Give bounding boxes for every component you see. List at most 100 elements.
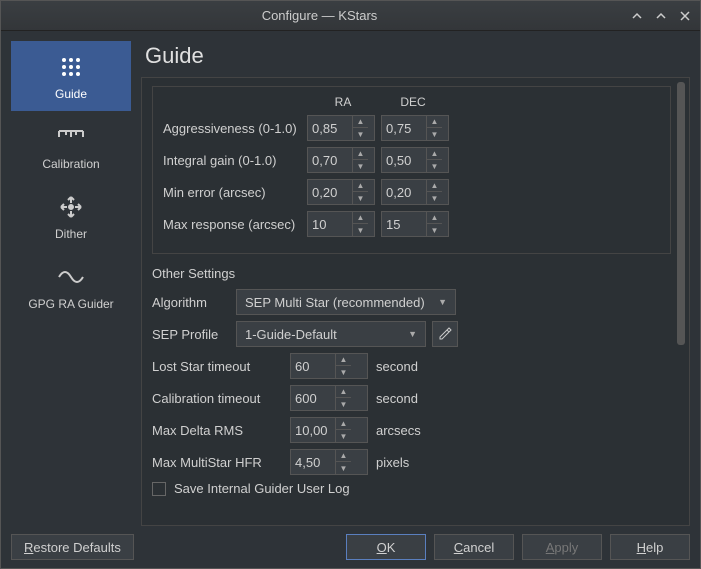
label-maxresp: Max response (arcsec) <box>163 217 301 232</box>
label-aggressiveness: Aggressiveness (0-1.0) <box>163 121 301 136</box>
aggr-dec-spin[interactable]: ▲▼ <box>381 115 449 141</box>
row-max-response: Max response (arcsec) ▲▼ ▲▼ <box>163 211 660 237</box>
sidebar-item-dither[interactable]: Dither <box>11 181 131 251</box>
hfr-spin[interactable]: ▲▼ <box>290 449 368 475</box>
minerr-dec-input[interactable] <box>382 185 426 200</box>
wave-icon <box>55 261 87 293</box>
save-log-label[interactable]: Save Internal Guider User Log <box>174 481 350 496</box>
igain-dec-spin[interactable]: ▲▼ <box>381 147 449 173</box>
spin-down-icon[interactable]: ▼ <box>427 192 442 204</box>
lost-star-input[interactable] <box>291 359 335 374</box>
sidebar-item-label: Calibration <box>42 157 99 171</box>
lost-star-spin[interactable]: ▲▼ <box>290 353 368 379</box>
dialog-footer: Restore Defaults OK Cancel Apply Help <box>1 526 700 568</box>
spin-up-icon[interactable]: ▲ <box>336 354 351 366</box>
grid-icon <box>55 51 87 83</box>
chevron-down-icon: ▼ <box>408 329 417 339</box>
algorithm-value: SEP Multi Star (recommended) <box>245 295 432 310</box>
igain-ra-spin[interactable]: ▲▼ <box>307 147 375 173</box>
sidebar-item-guide[interactable]: Guide <box>11 41 131 111</box>
sidebar-item-label: GPG RA Guider <box>28 297 113 311</box>
other-settings-heading: Other Settings <box>152 266 671 281</box>
edit-profile-button[interactable] <box>432 321 458 347</box>
hfr-input[interactable] <box>291 455 335 470</box>
spin-up-icon[interactable]: ▲ <box>353 180 368 192</box>
row-max-delta-rms: Max Delta RMS ▲▼ arcsecs <box>152 417 671 443</box>
algorithm-select[interactable]: SEP Multi Star (recommended) ▼ <box>236 289 456 315</box>
aggr-ra-spin[interactable]: ▲▼ <box>307 115 375 141</box>
scrollbar-thumb[interactable] <box>677 82 685 345</box>
restore-defaults-button[interactable]: Restore Defaults <box>11 534 134 560</box>
scroll-area: RA DEC Aggressiveness (0-1.0) ▲▼ ▲▼ Inte… <box>141 77 690 526</box>
unit-calib: second <box>376 391 418 406</box>
col-header-ra: RA <box>308 95 378 109</box>
maxresp-dec-input[interactable] <box>382 217 426 232</box>
sidebar-item-calibration[interactable]: Calibration <box>11 111 131 181</box>
spin-down-icon[interactable]: ▼ <box>353 192 368 204</box>
calib-timeout-input[interactable] <box>291 391 335 406</box>
minerr-ra-spin[interactable]: ▲▼ <box>307 179 375 205</box>
sidebar-item-label: Guide <box>55 87 87 101</box>
spin-up-icon[interactable]: ▲ <box>336 418 351 430</box>
spin-up-icon[interactable]: ▲ <box>336 386 351 398</box>
spin-up-icon[interactable]: ▲ <box>427 148 442 160</box>
minimize-icon[interactable] <box>630 9 644 23</box>
spin-up-icon[interactable]: ▲ <box>427 180 442 192</box>
save-log-checkbox[interactable] <box>152 482 166 496</box>
minerr-ra-input[interactable] <box>308 185 352 200</box>
label-algorithm: Algorithm <box>152 295 230 310</box>
spin-down-icon[interactable]: ▼ <box>427 160 442 172</box>
label-sep-profile: SEP Profile <box>152 327 230 342</box>
spin-up-icon[interactable]: ▲ <box>427 212 442 224</box>
pencil-icon <box>438 327 452 341</box>
close-icon[interactable] <box>678 9 692 23</box>
titlebar: Configure — KStars <box>1 1 700 31</box>
igain-dec-input[interactable] <box>382 153 426 168</box>
spin-down-icon[interactable]: ▼ <box>336 430 351 442</box>
spin-down-icon[interactable]: ▼ <box>336 398 351 410</box>
apply-button[interactable]: Apply <box>522 534 602 560</box>
aggr-ra-input[interactable] <box>308 121 352 136</box>
maximize-icon[interactable] <box>654 9 668 23</box>
label-rms: Max Delta RMS <box>152 423 282 438</box>
spin-down-icon[interactable]: ▼ <box>427 128 442 140</box>
spin-down-icon[interactable]: ▼ <box>336 366 351 378</box>
cancel-button[interactable]: Cancel <box>434 534 514 560</box>
scrollbar[interactable] <box>675 82 687 521</box>
unit-rms: arcsecs <box>376 423 421 438</box>
config-window: Configure — KStars Guide Calibration <box>0 0 701 569</box>
calib-timeout-spin[interactable]: ▲▼ <box>290 385 368 411</box>
spin-up-icon[interactable]: ▲ <box>353 116 368 128</box>
spin-down-icon[interactable]: ▼ <box>353 224 368 236</box>
maxresp-ra-input[interactable] <box>308 217 352 232</box>
aggr-dec-input[interactable] <box>382 121 426 136</box>
rms-spin[interactable]: ▲▼ <box>290 417 368 443</box>
spin-down-icon[interactable]: ▼ <box>353 128 368 140</box>
sep-profile-select[interactable]: 1-Guide-Default ▼ <box>236 321 426 347</box>
spin-down-icon[interactable]: ▼ <box>336 462 351 474</box>
window-title: Configure — KStars <box>9 8 630 23</box>
dither-icon <box>55 191 87 223</box>
row-aggressiveness: Aggressiveness (0-1.0) ▲▼ ▲▼ <box>163 115 660 141</box>
spin-down-icon[interactable]: ▼ <box>353 160 368 172</box>
row-min-error: Min error (arcsec) ▲▼ ▲▼ <box>163 179 660 205</box>
igain-ra-input[interactable] <box>308 153 352 168</box>
label-minerr: Min error (arcsec) <box>163 185 301 200</box>
sep-profile-value: 1-Guide-Default <box>245 327 402 342</box>
spin-up-icon[interactable]: ▲ <box>336 450 351 462</box>
maxresp-ra-spin[interactable]: ▲▼ <box>307 211 375 237</box>
ok-button[interactable]: OK <box>346 534 426 560</box>
calibration-icon <box>55 121 87 153</box>
minerr-dec-spin[interactable]: ▲▼ <box>381 179 449 205</box>
spin-up-icon[interactable]: ▲ <box>353 212 368 224</box>
row-calibration-timeout: Calibration timeout ▲▼ second <box>152 385 671 411</box>
window-controls <box>630 9 692 23</box>
unit-hfr: pixels <box>376 455 409 470</box>
sidebar-item-gpg[interactable]: GPG RA Guider <box>11 251 131 321</box>
spin-down-icon[interactable]: ▼ <box>427 224 442 236</box>
maxresp-dec-spin[interactable]: ▲▼ <box>381 211 449 237</box>
rms-input[interactable] <box>291 423 335 438</box>
help-button[interactable]: Help <box>610 534 690 560</box>
spin-up-icon[interactable]: ▲ <box>427 116 442 128</box>
spin-up-icon[interactable]: ▲ <box>353 148 368 160</box>
